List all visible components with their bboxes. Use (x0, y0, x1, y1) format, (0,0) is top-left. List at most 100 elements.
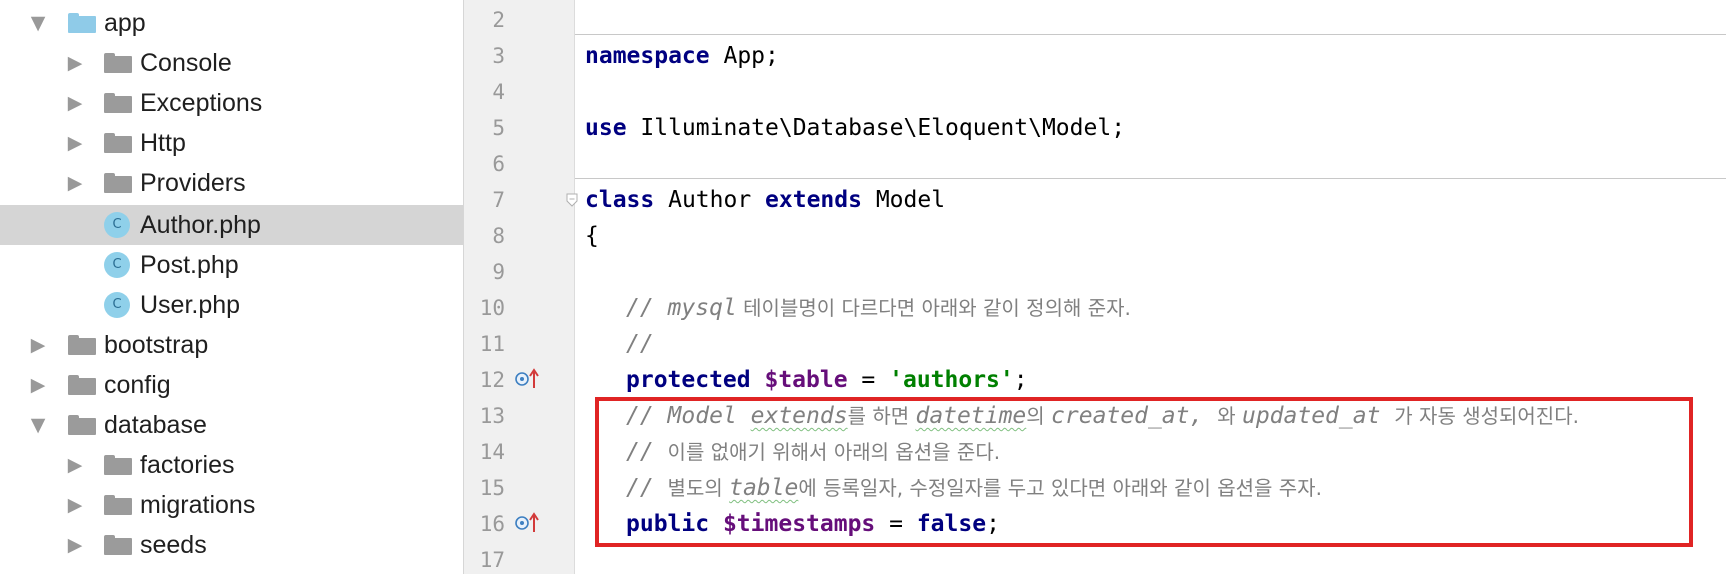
folder-icon (68, 415, 96, 435)
tree-item-console[interactable]: ▶ Console (0, 43, 463, 83)
folder-icon (68, 335, 96, 355)
tree-item-config[interactable]: ▶ config (0, 365, 463, 405)
folder-icon (104, 535, 132, 555)
tree-item-database[interactable]: ▼ database (0, 405, 463, 445)
line-number: 7 (492, 188, 505, 212)
project-tree: ▼ app ▶ Console ▶ Exceptions ▶ Http ▶ Pr… (0, 0, 463, 574)
line-number: 4 (492, 80, 505, 104)
code-line-8[interactable]: { (585, 218, 599, 254)
tree-item-app[interactable]: ▼ app (0, 3, 463, 43)
line-number: 6 (492, 152, 505, 176)
tree-item-label: Providers (140, 169, 246, 197)
collapsed-arrow-icon[interactable]: ▶ (65, 53, 85, 73)
tree-item-http[interactable]: ▶ Http (0, 123, 463, 163)
code-line-7[interactable]: class Author extends Model (585, 182, 945, 218)
tree-item-label: migrations (140, 491, 256, 519)
override-icon[interactable] (515, 368, 541, 390)
tree-item-exceptions[interactable]: ▶ Exceptions (0, 83, 463, 123)
tree-item-label: config (104, 371, 171, 399)
line-number: 11 (479, 332, 505, 356)
folder-icon (104, 133, 132, 153)
code-text: Illuminate\Database\Eloquent\Model; (626, 115, 1126, 141)
tree-item-author-php[interactable]: C Author.php (0, 205, 463, 245)
php-class-icon: C (104, 212, 130, 238)
keyword: namespace (585, 43, 710, 69)
code-line-3[interactable]: namespace App; (585, 38, 779, 74)
keyword: protected (626, 367, 751, 393)
folder-icon (68, 375, 96, 395)
collapsed-arrow-icon[interactable]: ▶ (65, 133, 85, 153)
code-text: { (585, 223, 599, 249)
tree-item-user-php[interactable]: C User.php (0, 285, 463, 325)
code-line-12[interactable]: protected $table = 'authors'; (626, 362, 1028, 398)
code-line-10[interactable]: // mysql 테이블명이 다르다면 아래와 같이 정의해 준자. (626, 290, 1131, 326)
collapsed-arrow-icon[interactable]: ▶ (65, 535, 85, 555)
expanded-arrow-icon[interactable]: ▼ (28, 415, 48, 435)
operator: = (847, 367, 890, 393)
php-class-icon: C (104, 252, 130, 278)
comment: 테이블명이 다르다면 아래와 같이 정의해 준자. (736, 296, 1131, 320)
tree-item-label: database (104, 411, 207, 439)
folder-icon (104, 53, 132, 73)
folder-icon (104, 93, 132, 113)
line-number: 3 (492, 44, 505, 68)
class-name: Author (654, 187, 766, 213)
tree-item-label: seeds (140, 531, 207, 559)
tree-item-providers[interactable]: ▶ Providers (0, 163, 463, 203)
tree-item-seeds[interactable]: ▶ seeds (0, 525, 463, 565)
line-number: 15 (479, 476, 505, 500)
variable: $table (764, 367, 848, 393)
keyword: extends (765, 187, 862, 213)
tree-item-label: Console (140, 49, 232, 77)
collapsed-arrow-icon[interactable]: ▶ (65, 495, 85, 515)
code-text: Model (861, 187, 946, 213)
collapsed-arrow-icon[interactable]: ▶ (28, 375, 48, 395)
tree-item-label: app (104, 9, 146, 37)
code-line-11[interactable]: // (626, 326, 654, 362)
line-number: 9 (492, 260, 505, 284)
line-number: 13 (479, 404, 505, 428)
line-number: 10 (479, 296, 505, 320)
override-icon[interactable] (515, 512, 541, 534)
folder-icon (104, 173, 132, 193)
tree-item-label: Http (140, 129, 186, 157)
tree-item-factories[interactable]: ▶ factories (0, 445, 463, 485)
tree-item-bootstrap[interactable]: ▶ bootstrap (0, 325, 463, 365)
collapsed-arrow-icon[interactable]: ▶ (65, 455, 85, 475)
keyword: use (585, 115, 627, 141)
tree-item-migrations[interactable]: ▶ migrations (0, 485, 463, 525)
tree-item-label: bootstrap (104, 331, 209, 359)
code-line-5[interactable]: use Illuminate\Database\Eloquent\Model; (585, 110, 1125, 146)
string-literal: 'authors' (889, 367, 1014, 393)
line-number: 8 (492, 224, 505, 248)
fold-icon[interactable] (566, 193, 578, 207)
comment: // mysql (626, 295, 737, 321)
line-number: 2 (492, 8, 505, 32)
folder-icon (68, 13, 96, 33)
php-class-icon: C (104, 292, 130, 318)
tree-item-post-php[interactable]: C Post.php (0, 245, 463, 285)
folder-icon (104, 455, 132, 475)
code-text: App; (709, 43, 779, 69)
comment: // (626, 331, 654, 357)
collapsed-arrow-icon[interactable]: ▶ (28, 335, 48, 355)
method-separator (575, 178, 1726, 179)
line-number: 14 (479, 440, 505, 464)
keyword: class (585, 187, 655, 213)
tree-item-label: Author.php (140, 211, 261, 239)
method-separator (575, 34, 1726, 35)
line-number: 16 (479, 512, 505, 536)
collapsed-arrow-icon[interactable]: ▶ (65, 173, 85, 193)
code-text: ; (1013, 367, 1028, 393)
highlight-annotation-box (595, 397, 1693, 547)
line-number: 12 (479, 368, 505, 392)
line-number: 5 (492, 116, 505, 140)
line-number: 17 (479, 548, 505, 572)
tree-item-label: factories (140, 451, 235, 479)
tree-item-label: Post.php (140, 251, 239, 279)
folder-icon (104, 495, 132, 515)
tree-item-label: User.php (140, 291, 241, 319)
collapsed-arrow-icon[interactable]: ▶ (65, 93, 85, 113)
tree-item-label: Exceptions (140, 89, 263, 117)
expanded-arrow-icon[interactable]: ▼ (28, 13, 48, 33)
